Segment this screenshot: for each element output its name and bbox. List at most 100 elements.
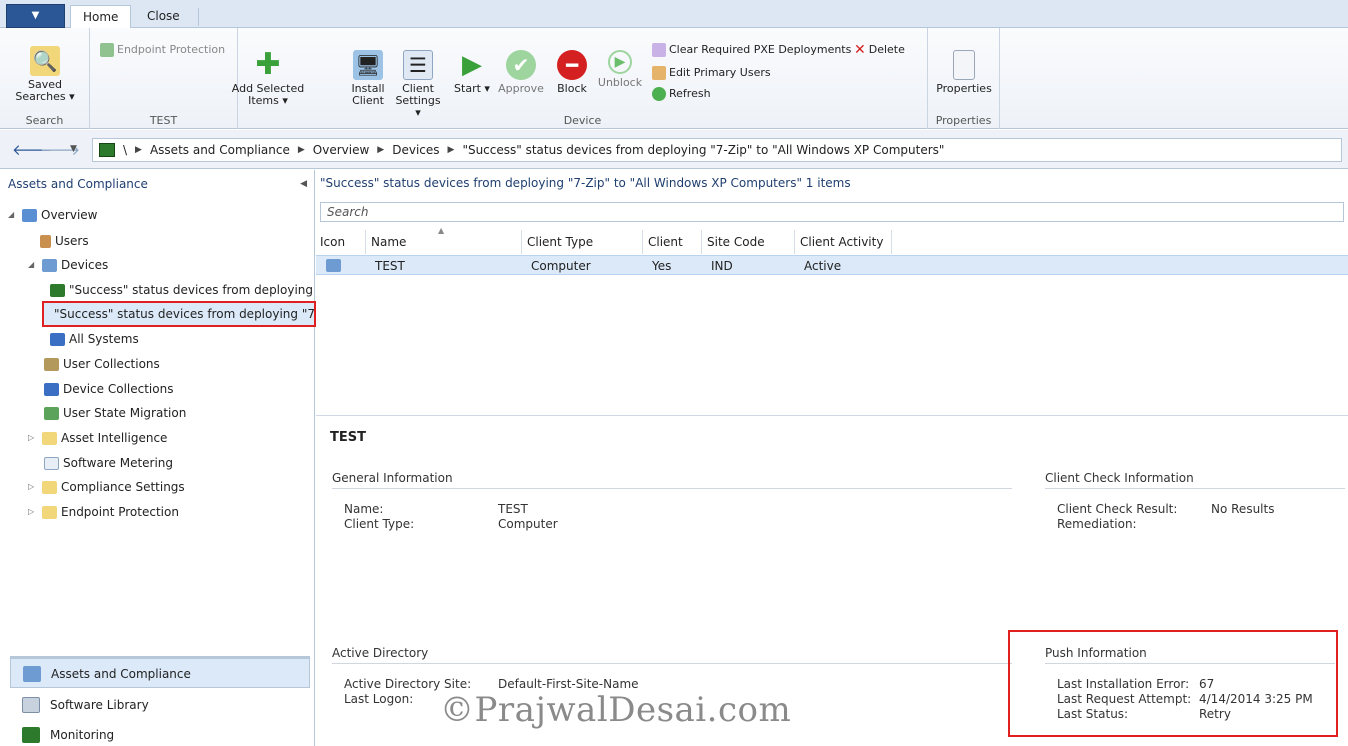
overview-icon <box>22 208 37 222</box>
all-systems-icon <box>50 332 65 346</box>
tree-item-overview[interactable]: ◢ Overview <box>8 204 98 226</box>
navigation-pane-title: Assets and Compliance <box>8 177 148 191</box>
tree-item-endpoint-protection[interactable]: ▷ Endpoint Protection <box>28 501 179 523</box>
expanded-arrow-icon[interactable]: ◢ <box>28 254 38 276</box>
breadcrumb-root[interactable]: \ <box>123 143 127 157</box>
console-icon <box>99 143 115 157</box>
tree-item-software-metering[interactable]: Software Metering <box>44 452 173 474</box>
column-header-client-type[interactable]: Client Type <box>523 230 643 254</box>
tree-item-collection[interactable]: "Success" status devices from deploying … <box>50 279 338 301</box>
general-label-client-type: Client Type: <box>344 517 415 531</box>
general-label-name: Name: <box>344 502 384 516</box>
unblock-label: Unblock <box>597 76 643 89</box>
column-header-client-activity[interactable]: Client Activity <box>796 230 892 254</box>
collapsed-arrow-icon[interactable]: ▷ <box>28 501 38 523</box>
ribbon-group-label-test: TEST <box>149 114 178 127</box>
results-header: "Success" status devices from deploying … <box>320 176 851 190</box>
tree-item-collection-selected[interactable]: "Success" status devices from deploying … <box>42 301 323 327</box>
endpoint-protection-button[interactable]: Endpoint Protection <box>100 42 225 58</box>
tree-item-label: Compliance Settings <box>61 480 185 494</box>
tree-item-all-systems[interactable]: All Systems <box>50 328 139 350</box>
breadcrumb-arrow-icon: ▶ <box>377 145 385 155</box>
ad-label-last-logon: Last Logon: <box>344 692 414 706</box>
sort-arrow-icon: ▲ <box>438 226 445 235</box>
tree-item-compliance-settings[interactable]: ▷ Compliance Settings <box>28 476 185 498</box>
tree-item-devices[interactable]: ◢ Devices <box>28 254 108 276</box>
start-label: Start ▾ <box>454 82 490 95</box>
tree-item-label: Asset Intelligence <box>61 431 168 445</box>
checkmark-icon: ✔ <box>506 50 536 80</box>
tree-item-label: Device Collections <box>63 382 174 396</box>
pxe-icon <box>652 43 666 57</box>
column-header-name[interactable]: Name <box>367 230 522 254</box>
tab-separator <box>198 8 199 26</box>
details-title: TEST <box>330 430 366 445</box>
device-collections-icon <box>44 382 59 396</box>
app-menu-button[interactable]: ▼ <box>6 4 65 28</box>
tree-item-user-state-migration[interactable]: User State Migration <box>44 402 186 424</box>
tree-item-label: "Success" status devices from deploying … <box>69 283 339 297</box>
edit-primary-users-button[interactable]: Edit Primary Users <box>652 65 771 81</box>
monitoring-icon <box>22 727 40 743</box>
users-icon <box>652 66 666 80</box>
collapse-arrow-icon[interactable]: ◀ <box>300 170 307 198</box>
refresh-button[interactable]: Refresh <box>652 86 711 102</box>
section-heading-general: General Information <box>332 471 453 485</box>
ribbon-group-test: Endpoint Protection TEST <box>90 28 238 129</box>
folder-icon <box>42 505 57 519</box>
approve-label: Approve <box>498 82 544 95</box>
play-icon: ▶ <box>462 50 482 80</box>
tree-item-user-collections[interactable]: User Collections <box>44 353 160 375</box>
breadcrumb-item[interactable]: Devices <box>392 143 439 157</box>
cell-name: TEST <box>375 259 405 273</box>
breadcrumb-item[interactable]: "Success" status devices from deploying … <box>462 143 944 157</box>
table-row[interactable]: TEST Computer Yes IND Active <box>316 255 1348 275</box>
section-heading-client-check: Client Check Information <box>1045 471 1194 485</box>
column-header-client[interactable]: Client <box>644 230 702 254</box>
tree-item-users[interactable]: Users <box>40 230 89 252</box>
workspace-software-library[interactable]: Software Library <box>10 690 310 720</box>
column-header-site-code[interactable]: Site Code <box>703 230 795 254</box>
client-settings-button[interactable]: ☰ Client Settings ▾ <box>393 50 443 119</box>
breadcrumb-item[interactable]: Assets and Compliance <box>150 143 290 157</box>
ribbon: 🔍 Saved Searches ▾ Search Endpoint Prote… <box>0 28 1348 129</box>
history-dropdown-icon[interactable]: ▼ <box>70 144 77 154</box>
tree-item-device-collections[interactable]: Device Collections <box>44 378 173 400</box>
install-client-button[interactable]: 🖥 Install Client <box>347 50 389 107</box>
assets-icon <box>23 666 41 682</box>
expanded-arrow-icon[interactable]: ◢ <box>8 204 18 226</box>
collection-icon <box>50 283 65 297</box>
collapsed-arrow-icon[interactable]: ▷ <box>28 427 38 449</box>
breadcrumb[interactable]: \ ▶ Assets and Compliance ▶ Overview ▶ D… <box>92 138 1342 162</box>
folder-icon <box>42 431 57 445</box>
tab-home[interactable]: Home <box>70 5 132 29</box>
column-header-icon[interactable]: Icon <box>316 230 366 254</box>
start-button[interactable]: ▶ Start ▾ <box>454 50 490 95</box>
delete-button[interactable]: ✕ Delete <box>854 42 905 58</box>
tree-item-label: User State Migration <box>63 406 187 420</box>
block-button[interactable]: ━ Block <box>552 50 592 95</box>
ribbon-group-label-device: Device <box>563 114 602 127</box>
add-selected-items-button[interactable]: ✚ Add Selected Items ▾ <box>220 50 316 107</box>
search-input[interactable]: Search <box>320 202 1344 222</box>
refresh-icon <box>652 87 666 101</box>
ribbon-group-label-search: Search <box>25 114 64 127</box>
plus-icon: ✚ <box>255 47 281 82</box>
unblock-button[interactable]: ▶ Unblock <box>596 50 644 89</box>
approve-button[interactable]: ✔ Approve <box>496 50 546 95</box>
saved-searches-button[interactable]: 🔍 Saved Searches ▾ <box>12 46 78 103</box>
user-collections-icon <box>44 357 59 371</box>
clear-pxe-button[interactable]: Clear Required PXE Deployments <box>652 42 851 58</box>
collapsed-arrow-icon[interactable]: ▷ <box>28 476 38 498</box>
workspace-monitoring[interactable]: Monitoring <box>10 720 310 746</box>
device-row-icon <box>322 256 341 276</box>
tab-close[interactable]: Close <box>135 5 192 29</box>
delete-label: Delete <box>868 43 905 56</box>
properties-button[interactable]: Properties <box>930 50 998 95</box>
block-label: Block <box>557 82 587 95</box>
breadcrumb-item[interactable]: Overview <box>313 143 370 157</box>
tree-item-asset-intelligence[interactable]: ▷ Asset Intelligence <box>28 427 167 449</box>
block-icon: ━ <box>557 50 587 80</box>
workspace-assets-and-compliance[interactable]: Assets and Compliance <box>10 658 310 688</box>
ribbon-group-label-properties: Properties <box>935 114 992 127</box>
